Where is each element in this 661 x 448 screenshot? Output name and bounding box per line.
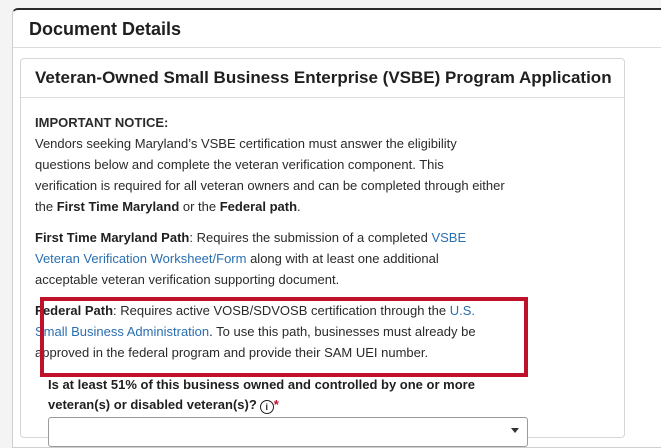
- notice-bold-federal: Federal path: [219, 199, 298, 214]
- important-notice: IMPORTANT NOTICE: Vendors seeking Maryla…: [35, 112, 505, 217]
- required-mark: *: [273, 397, 279, 412]
- info-icon[interactable]: i: [259, 400, 274, 414]
- federal-path-text: : Requires active VOSB/SDVOSB certificat…: [113, 303, 450, 318]
- notice-title: IMPORTANT NOTICE:: [35, 115, 169, 130]
- federal-path: Federal Path: Requires active VOSB/SDVOS…: [35, 300, 505, 363]
- document-details-title: Document Details: [13, 10, 661, 48]
- ownership-question: Is at least 51% of this business owned a…: [48, 375, 518, 415]
- maryland-path: First Time Maryland Path: Requires the s…: [35, 227, 505, 290]
- maryland-path-label: First Time Maryland Path: [35, 230, 190, 245]
- notice-text-mid: or the: [179, 199, 220, 214]
- ownership-select[interactable]: [48, 417, 528, 447]
- maryland-path-text: : Requires the submission of a completed: [189, 230, 432, 245]
- federal-path-label: Federal Path: [35, 303, 114, 318]
- vsbe-application-title: Veteran-Owned Small Business Enterprise …: [21, 59, 624, 98]
- chevron-down-icon: [511, 428, 519, 433]
- vsbe-content: IMPORTANT NOTICE: Vendors seeking Maryla…: [21, 98, 624, 363]
- notice-bold-maryland: First Time Maryland: [56, 199, 180, 214]
- notice-text-end: .: [297, 199, 301, 214]
